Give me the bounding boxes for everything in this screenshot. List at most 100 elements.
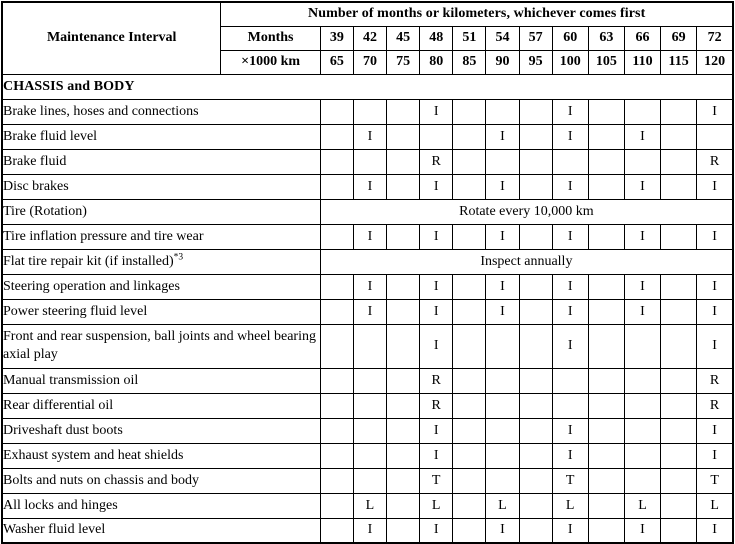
service-mark-cell [518, 173, 553, 200]
km-value: 65 [319, 49, 354, 75]
service-mark-cell: I [485, 298, 520, 325]
service-mark-cell: I [696, 517, 734, 544]
service-mark-cell [319, 223, 354, 250]
service-mark-cell [623, 323, 662, 369]
service-mark-cell [319, 123, 354, 150]
service-mark-cell [660, 392, 698, 419]
service-mark-cell [485, 367, 520, 394]
service-mark-cell [551, 148, 589, 175]
service-mark-cell [386, 98, 421, 125]
table-row: Washer fluid level I I I I I I [1, 517, 734, 544]
maintenance-item-label: Driveshaft dust boots [1, 417, 321, 444]
months-value: 51 [452, 25, 487, 51]
table-row: Power steering fluid level I I I I I I [1, 298, 734, 325]
service-mark-cell: R [419, 148, 454, 175]
service-mark-cell: I [696, 417, 734, 444]
item-label-text: Front and rear suspension, ball joints a… [3, 329, 316, 362]
service-mark-cell [587, 148, 625, 175]
service-mark-cell [551, 392, 589, 419]
service-mark-cell: I [419, 273, 454, 300]
service-mark-cell [518, 367, 553, 394]
service-mark-cell [452, 467, 487, 494]
service-mark-cell: I [419, 298, 454, 325]
km-value: 115 [660, 49, 698, 75]
item-label-text: Rear differential oil [3, 397, 114, 413]
item-label-text: Brake fluid level [3, 128, 98, 144]
item-label-text: Brake fluid [3, 153, 67, 169]
months-value: 63 [587, 25, 625, 51]
service-mark-cell [352, 392, 388, 419]
interval-note: Inspect annually [319, 248, 734, 275]
service-mark-cell: I [623, 223, 662, 250]
service-mark-cell [319, 298, 354, 325]
months-value: 48 [419, 25, 454, 51]
service-mark-cell [518, 323, 553, 369]
kilometers-label: ×1000 km [220, 49, 321, 75]
table-header: Maintenance Interval Number of months or… [1, 1, 734, 75]
maintenance-item-label: Manual transmission oil [1, 367, 321, 394]
maintenance-item-label: Rear differential oil [1, 392, 321, 419]
maintenance-interval-header: Maintenance Interval [1, 1, 222, 75]
service-mark-cell: L [551, 492, 589, 519]
service-mark-cell: I [419, 517, 454, 544]
service-mark-cell [587, 367, 625, 394]
service-mark-cell [419, 123, 454, 150]
service-mark-cell [386, 323, 421, 369]
maintenance-item-label: Disc brakes [1, 173, 321, 200]
item-label-text: Manual transmission oil [3, 372, 139, 388]
service-mark-cell [623, 148, 662, 175]
item-label-text: All locks and hinges [3, 497, 118, 513]
service-mark-cell [623, 467, 662, 494]
table-row: Front and rear suspension, ball joints a… [1, 323, 734, 369]
service-mark-cell [386, 492, 421, 519]
service-mark-cell [386, 517, 421, 544]
service-mark-cell [518, 517, 553, 544]
service-mark-cell [660, 223, 698, 250]
service-mark-cell [319, 148, 354, 175]
service-mark-cell [352, 467, 388, 494]
service-mark-cell: I [485, 273, 520, 300]
service-mark-cell [485, 467, 520, 494]
service-mark-cell [452, 492, 487, 519]
service-mark-cell [452, 223, 487, 250]
maintenance-item-label: Brake lines, hoses and connections [1, 98, 321, 125]
footnote-marker: *3 [173, 251, 184, 262]
service-mark-cell [660, 273, 698, 300]
months-value: 39 [319, 25, 354, 51]
item-label-text: Tire (Rotation) [3, 203, 87, 219]
months-value: 45 [386, 25, 421, 51]
km-value: 90 [485, 49, 520, 75]
maintenance-item-label: Bolts and nuts on chassis and body [1, 467, 321, 494]
service-mark-cell [518, 392, 553, 419]
service-mark-cell [696, 123, 734, 150]
service-mark-cell: I [419, 323, 454, 369]
service-mark-cell [623, 392, 662, 419]
service-mark-cell [319, 492, 354, 519]
km-value: 120 [696, 49, 734, 75]
table-row: Brake lines, hoses and connections I I I [1, 98, 734, 125]
service-mark-cell [587, 442, 625, 469]
service-mark-cell: I [352, 223, 388, 250]
service-mark-cell [518, 273, 553, 300]
service-mark-cell [352, 367, 388, 394]
service-mark-cell [551, 367, 589, 394]
service-mark-cell [386, 367, 421, 394]
months-value: 72 [696, 25, 734, 51]
service-mark-cell: I [551, 123, 589, 150]
service-mark-cell [660, 442, 698, 469]
service-mark-cell [386, 298, 421, 325]
months-value: 54 [485, 25, 520, 51]
maintenance-item-label: Exhaust system and heat shields [1, 442, 321, 469]
km-value: 80 [419, 49, 454, 75]
service-mark-cell [587, 517, 625, 544]
service-mark-cell: I [623, 517, 662, 544]
table-body: CHASSIS and BODY Brake lines, hoses and c… [1, 73, 734, 544]
service-mark-cell [319, 367, 354, 394]
service-mark-cell: I [551, 223, 589, 250]
service-mark-cell [485, 98, 520, 125]
service-mark-cell: I [696, 273, 734, 300]
service-mark-cell [452, 173, 487, 200]
maintenance-item-label: Tire (Rotation) [1, 198, 321, 225]
table-row: Tire (Rotation) Rotate every 10,000 km [1, 198, 734, 225]
service-mark-cell [660, 98, 698, 125]
